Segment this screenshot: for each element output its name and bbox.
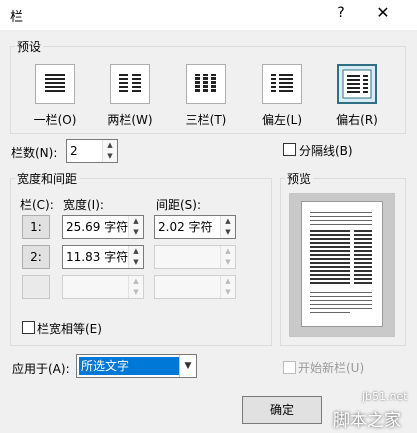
width-header: 宽度(I): <box>63 198 104 212</box>
preview-line <box>310 220 372 221</box>
num-columns-input[interactable]: 2 ▲ ▼ <box>66 139 118 163</box>
col-width-2-value: 11.83 字符 <box>66 250 129 264</box>
preview-line <box>310 216 372 217</box>
three-columns-icon <box>195 74 216 92</box>
col-spacing-3: ▲ ▼ <box>154 275 236 299</box>
preview-group-title: 预览 <box>285 170 314 187</box>
chevron-down-icon[interactable]: ▼ <box>179 355 196 377</box>
line-between-label: 分隔线(B) <box>299 144 353 158</box>
col-spacing-1-spinner[interactable]: ▲ ▼ <box>220 216 235 238</box>
close-button[interactable]: ✕ <box>374 3 392 25</box>
col-width-3-spinner: ▲ ▼ <box>128 276 143 298</box>
spin-up-icon[interactable]: ▲ <box>221 216 235 227</box>
col-width-1-spinner[interactable]: ▲ ▼ <box>128 216 143 238</box>
start-new-column-checkbox <box>283 361 296 374</box>
col-number-3 <box>22 275 50 299</box>
preview-line <box>310 300 372 301</box>
spin-down-icon: ▼ <box>225 288 231 296</box>
preview-area <box>289 193 395 337</box>
two-columns-icon <box>119 74 141 92</box>
col-width-1-value: 25.69 字符 <box>66 220 129 234</box>
equal-width-checkbox[interactable] <box>22 321 35 334</box>
presets-group-title: 预设 <box>15 38 44 55</box>
col-spacing-1-value: 2.02 字符 <box>158 220 213 234</box>
col-width-2-spinner[interactable]: ▲ ▼ <box>128 246 143 268</box>
one-column-icon <box>45 74 65 92</box>
spin-down-icon[interactable]: ▼ <box>221 227 235 238</box>
preset-two-columns-label: 两栏(W) <box>107 113 153 127</box>
spin-down-icon[interactable]: ▼ <box>129 257 143 268</box>
preview-page <box>301 201 383 327</box>
dialog-title: 栏 <box>10 10 24 25</box>
col-width-3: ▲ ▼ <box>62 275 144 299</box>
spin-up-icon: ▲ <box>133 277 139 285</box>
col-spacing-1[interactable]: 2.02 字符 ▲ ▼ <box>154 215 236 239</box>
preview-line <box>310 312 350 313</box>
preset-left[interactable] <box>262 64 302 104</box>
col-number-1[interactable]: 1: <box>22 215 50 239</box>
preset-one-column-label: 一栏(O) <box>33 113 77 127</box>
equal-width-label: 栏宽相等(E) <box>37 322 102 336</box>
preview-line <box>310 212 372 213</box>
spin-down-icon: ▼ <box>133 288 139 296</box>
spin-down-icon: ▼ <box>225 258 231 266</box>
preview-line <box>310 292 372 293</box>
col-width-1[interactable]: 25.69 字符 ▲ ▼ <box>62 215 144 239</box>
col-header: 栏(C): <box>20 198 54 212</box>
preview-line <box>310 224 372 225</box>
spin-up-icon: ▲ <box>225 277 231 285</box>
spacing-header: 间距(S): <box>156 198 202 212</box>
num-columns-value: 2 <box>70 144 78 158</box>
spin-down-icon[interactable]: ▼ <box>103 151 117 162</box>
col-width-2[interactable]: 11.83 字符 ▲ ▼ <box>62 245 144 269</box>
preview-main-column <box>310 230 350 286</box>
preset-three-columns[interactable] <box>186 64 226 104</box>
help-button[interactable]: ? <box>334 5 348 23</box>
spin-up-icon[interactable]: ▲ <box>129 216 143 227</box>
spin-down-icon[interactable]: ▼ <box>129 227 143 238</box>
watermark-url: jb51.net <box>362 390 408 403</box>
preset-left-label: 偏左(L) <box>261 113 303 127</box>
preset-right-label: 偏右(R) <box>336 113 378 127</box>
preview-line <box>310 308 372 309</box>
col-spacing-3-spinner: ▲ ▼ <box>220 276 235 298</box>
preview-line <box>310 296 372 297</box>
preset-two-columns[interactable] <box>110 64 150 104</box>
col-spacing-2-spinner: ▲ ▼ <box>220 246 235 268</box>
preview-line <box>310 304 372 305</box>
title-bar: 栏 ? ✕ <box>0 0 417 30</box>
num-columns-spinner[interactable]: ▲ ▼ <box>102 140 117 162</box>
preview-side-column <box>354 230 372 286</box>
right-column-icon <box>342 69 372 99</box>
num-columns-label: 栏数(N): <box>11 146 58 160</box>
line-between-checkbox[interactable] <box>283 143 296 156</box>
spin-up-icon[interactable]: ▲ <box>129 246 143 257</box>
spin-up-icon[interactable]: ▲ <box>103 140 117 151</box>
start-new-column-label: 开始新栏(U) <box>298 361 365 375</box>
preset-one-column[interactable] <box>35 64 75 104</box>
preset-three-columns-label: 三栏(T) <box>185 113 227 127</box>
spin-up-icon: ▲ <box>225 247 231 255</box>
col-number-2[interactable]: 2: <box>22 245 50 269</box>
left-column-icon <box>271 74 293 92</box>
ok-button[interactable]: 确定 <box>242 396 322 424</box>
apply-to-select[interactable]: 所选文字 ▼ <box>76 354 197 378</box>
watermark-text: 脚本之家 <box>333 411 401 431</box>
apply-to-value: 所选文字 <box>79 357 179 375</box>
apply-to-label: 应用于(A): <box>12 362 70 376</box>
col-spacing-2: ▲ ▼ <box>154 245 236 269</box>
preset-right[interactable] <box>337 64 377 104</box>
width-spacing-group-title: 宽度和间距 <box>15 170 80 187</box>
